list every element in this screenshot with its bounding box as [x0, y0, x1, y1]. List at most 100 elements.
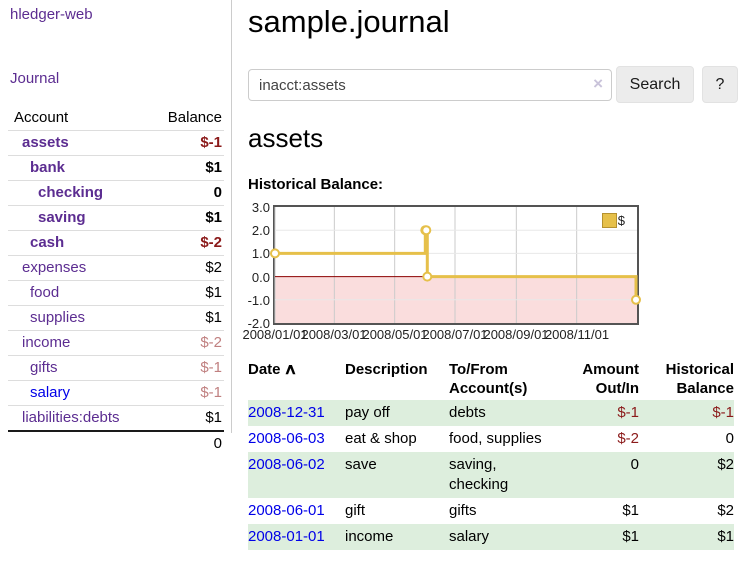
transaction-description: pay off — [345, 400, 449, 426]
register-row: 2008-06-02 savesaving, checking0$2 — [248, 452, 734, 498]
chart-legend: $ — [602, 213, 625, 228]
account-row: food$1 — [8, 281, 224, 306]
transaction-amount: $-2 — [559, 426, 639, 452]
x-axis-tick-label: 2008/07/01 — [422, 327, 487, 342]
transaction-date-link[interactable]: 2008-06-03 — [248, 430, 325, 447]
transaction-accounts: food, supplies — [449, 426, 559, 452]
account-link[interactable]: liabilities:debts — [22, 409, 120, 426]
chart-canvas — [275, 207, 637, 323]
search-box: × — [248, 69, 612, 101]
account-row: cash $-2 — [8, 231, 224, 256]
y-axis-tick-label: -1.0 — [236, 293, 270, 308]
accounts-total-balance: 0 — [147, 431, 224, 456]
account-balance: $1 — [147, 206, 224, 231]
sort-ascending-icon: ∧ — [283, 360, 297, 379]
legend-color-swatch-icon — [602, 213, 617, 228]
account-heading: assets — [248, 120, 323, 156]
search-button[interactable]: Search — [616, 66, 694, 103]
account-link[interactable]: saving — [38, 209, 86, 226]
account-link[interactable]: checking — [38, 184, 103, 201]
account-row: checking 0 — [8, 181, 224, 206]
x-axis-tick-label: 2008/05/01 — [362, 327, 427, 342]
x-axis-tick-label: 2008/03/01 — [301, 327, 366, 342]
register-row: 2008-06-03eat & shopfood, supplies$-20 — [248, 426, 734, 452]
transaction-description: income — [345, 524, 449, 550]
accounts-header-row: Account Balance — [8, 106, 224, 131]
register-row: 2008-12-31pay offdebts$-1$-1 — [248, 400, 734, 426]
account-link[interactable]: bank — [30, 159, 65, 176]
account-balance: 0 — [147, 181, 224, 206]
account-balance: $1 — [147, 306, 224, 331]
account-balance: $-2 — [147, 331, 224, 356]
account-link[interactable]: gifts — [30, 359, 58, 376]
account-balance: $-1 — [147, 356, 224, 381]
account-link[interactable]: cash — [30, 234, 64, 251]
account-link[interactable]: salary — [30, 384, 70, 401]
transaction-date-link[interactable]: 2008-12-31 — [248, 404, 325, 421]
register-header-date[interactable]: Date∧ — [248, 358, 345, 400]
account-link[interactable]: supplies — [30, 309, 85, 326]
transaction-amount: 0 — [559, 452, 639, 498]
register-header-row: Date∧ Description To/From Account(s) Amo… — [248, 358, 734, 400]
transaction-date-link[interactable]: 2008-01-01 — [248, 528, 325, 545]
transaction-amount: $1 — [559, 524, 639, 550]
main-content: sample.journal × Search ? assets Histori… — [248, 0, 742, 582]
transaction-balance: $2 — [639, 498, 734, 524]
transaction-balance: $-1 — [639, 400, 734, 426]
transaction-accounts: saving, checking — [449, 452, 559, 498]
transaction-description: gift — [345, 498, 449, 524]
account-link[interactable]: food — [30, 284, 59, 301]
transaction-accounts: gifts — [449, 498, 559, 524]
account-row: expenses $2 — [8, 256, 224, 281]
account-link[interactable]: income — [22, 334, 70, 351]
account-balance: $-1 — [147, 131, 224, 156]
register-table: Date∧ Description To/From Account(s) Amo… — [248, 358, 734, 550]
help-button[interactable]: ? — [702, 66, 738, 103]
register-header-accounts: To/From Account(s) — [449, 358, 559, 400]
y-axis-tick-label: 1.0 — [236, 246, 270, 261]
register-row: 2008-06-01 giftgifts$1$2 — [248, 498, 734, 524]
page-title: sample.journal — [248, 0, 450, 44]
account-balance: $2 — [147, 256, 224, 281]
account-row: saving $1 — [8, 206, 224, 231]
sidebar: hledger-web Journal Account Balance asse… — [0, 0, 232, 433]
transaction-description: save — [345, 452, 449, 498]
y-axis-tick-label: 3.0 — [236, 200, 270, 215]
register-row: 2008-01-01incomesalary$1$1 — [248, 524, 734, 550]
account-row: supplies $1 — [8, 306, 224, 331]
account-row: liabilities:debts $1 — [8, 406, 224, 432]
sidebar-item-journal[interactable]: Journal — [10, 70, 59, 87]
accounts-total-row: 0 — [8, 431, 224, 456]
balance-chart: $ — [273, 205, 639, 325]
transaction-amount: $1 — [559, 498, 639, 524]
x-axis-tick-label: 2008/11/01 — [545, 327, 609, 342]
transaction-accounts: salary — [449, 524, 559, 550]
account-balance: $1 — [147, 406, 224, 432]
x-axis-tick-label: 2008/01/01 — [242, 327, 307, 342]
brand-link[interactable]: hledger-web — [10, 6, 93, 23]
y-axis-tick-label: 0.0 — [236, 270, 270, 285]
register-header-description: Description — [345, 358, 449, 400]
transaction-balance: $2 — [639, 452, 734, 498]
accounts-table: Account Balance assets $-1 bank $1 checking 0… — [8, 106, 224, 456]
account-link[interactable]: assets — [22, 134, 69, 151]
account-balance: $1 — [147, 156, 224, 181]
transaction-date-link[interactable]: 2008-06-01 — [248, 502, 325, 519]
accounts-header-account: Account — [8, 106, 147, 131]
transaction-balance: $1 — [639, 524, 734, 550]
transaction-description: eat & shop — [345, 426, 449, 452]
account-balance: $-2 — [147, 231, 224, 256]
x-axis-tick-label: 2008/09/01 — [483, 327, 548, 342]
account-row: assets $-1 — [8, 131, 224, 156]
account-link[interactable]: expenses — [22, 259, 86, 276]
transaction-accounts: debts — [449, 400, 559, 426]
account-balance: $-1 — [147, 381, 224, 406]
search-input[interactable] — [248, 69, 612, 101]
hledger-web-app: hledger-web Journal Account Balance asse… — [0, 0, 742, 582]
transaction-date-link[interactable]: 2008-06-02 — [248, 456, 325, 473]
transaction-amount: $-1 — [559, 400, 639, 426]
clear-search-icon[interactable]: × — [593, 74, 603, 94]
account-row: gifts $-1 — [8, 356, 224, 381]
account-row: salary $-1 — [8, 381, 224, 406]
accounts-header-balance: Balance — [147, 106, 224, 131]
